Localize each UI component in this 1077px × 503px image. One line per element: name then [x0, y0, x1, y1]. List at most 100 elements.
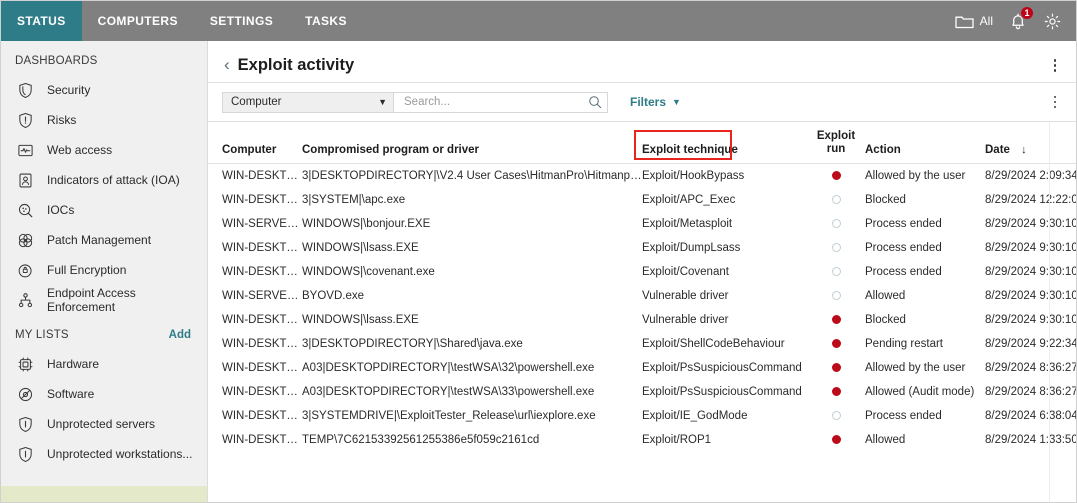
column-header-action[interactable]: Action — [865, 122, 985, 164]
toolbar-more-menu-button[interactable] — [1044, 91, 1066, 113]
cell-computer: WIN-DESKTOP-5 — [208, 260, 302, 284]
sidebar-item-iocs[interactable]: IOCs — [1, 195, 207, 225]
sidebar-item-hardware[interactable]: Hardware — [1, 349, 207, 379]
sidebar-item-label: Risks — [47, 113, 76, 127]
table-row[interactable]: WIN-DESKTOP-63|SYSTEMDRIVE|\ExploitTeste… — [208, 404, 1076, 428]
table-row[interactable]: WIN-DESKTOP-63|SYSTEM|\apc.exeExploit/AP… — [208, 188, 1076, 212]
exploit-run-yes-indicator — [832, 387, 841, 396]
table-row[interactable]: WIN-DESKTOP-5WINDOWS|\covenant.exeExploi… — [208, 260, 1076, 284]
column-header-date-label: Date — [985, 144, 1010, 156]
cell-date: 8/29/2024 12:22:07 PM — [985, 188, 1076, 212]
cell-action: Process ended — [865, 212, 985, 236]
table-row[interactable]: WIN-DESKTOP-10A03|DESKTOPDIRECTORY|\test… — [208, 380, 1076, 404]
table-row[interactable]: WIN-SERVER-3WINDOWS|\bonjour.EXEExploit/… — [208, 212, 1076, 236]
cell-computer: WIN-SERVER-3 — [208, 284, 302, 308]
sidebar-item-endpoint-access-enforcement[interactable]: Endpoint Access Enforcement — [1, 285, 207, 315]
cell-action: Process ended — [865, 260, 985, 284]
column-header-program[interactable]: Compromised program or driver — [302, 122, 642, 164]
exploit-run-yes-indicator — [832, 363, 841, 372]
cell-computer: WIN-DESKTOP-10 — [208, 308, 302, 332]
cell-computer: WIN-DESKTOP-10 — [208, 236, 302, 260]
column-header-exploit-run[interactable]: Exploit run — [807, 122, 865, 164]
sidebar-item-web-access[interactable]: Web access — [1, 135, 207, 165]
cell-exploit-run — [807, 356, 865, 380]
group-filter-button[interactable]: All — [955, 14, 993, 29]
cell-action: Blocked — [865, 188, 985, 212]
sidebar-section-mylists-header: MY LISTS Add — [1, 315, 207, 349]
cell-program: A03|DESKTOPDIRECTORY|\testWSA\32\powersh… — [302, 356, 642, 380]
table-row[interactable]: WIN-SERVER-3BYOVD.exeVulnerable driverAl… — [208, 284, 1076, 308]
cell-exploit-run — [807, 236, 865, 260]
table-row[interactable]: WIN-DESKTOP-10WINDOWS|\lsass.EXEVulnerab… — [208, 308, 1076, 332]
sidebar-item-unprotected-workstations[interactable]: Unprotected workstations... — [1, 439, 207, 469]
cell-exploit-run — [807, 260, 865, 284]
search-box[interactable] — [394, 92, 608, 113]
notifications-button[interactable]: 1 — [1009, 12, 1027, 31]
table-row[interactable]: WIN-DESKTOP-53|DESKTOPDIRECTORY|\Shared\… — [208, 332, 1076, 356]
cell-program: WINDOWS|\bonjour.EXE — [302, 212, 642, 236]
sidebar-item-unprotected-servers[interactable]: Unprotected servers — [1, 409, 207, 439]
cell-technique: Vulnerable driver — [642, 284, 807, 308]
top-navigation-bar: STATUS COMPUTERS SETTINGS TASKS All — [1, 1, 1076, 41]
cell-date: 8/29/2024 1:33:50 AM — [985, 428, 1076, 452]
cell-date: 8/29/2024 8:36:27 AM — [985, 380, 1076, 404]
nav-tab-settings[interactable]: SETTINGS — [194, 1, 289, 41]
column-header-date[interactable]: Date ↓ — [985, 122, 1076, 164]
sidebar-item-risks[interactable]: Risks — [1, 105, 207, 135]
chevron-left-icon[interactable]: ‹ — [222, 56, 238, 75]
cell-date: 8/29/2024 9:30:10 AM — [985, 212, 1076, 236]
cell-technique: Exploit/IE_GodMode — [642, 404, 807, 428]
sidebar-item-patch-management[interactable]: Patch Management — [1, 225, 207, 255]
shield-bar-icon — [15, 444, 35, 464]
table-row[interactable]: WIN-DESKTOP-5TEMP\7C62153392561255386e5f… — [208, 428, 1076, 452]
table-header: Computer Compromised program or driver E… — [208, 122, 1076, 164]
filters-label: Filters — [630, 95, 666, 109]
sidebar-item-label: Full Encryption — [47, 263, 126, 277]
cell-date: 8/29/2024 2:09:34 PM — [985, 164, 1076, 189]
add-list-button[interactable]: Add — [169, 329, 191, 341]
nav-tab-status[interactable]: STATUS — [1, 1, 82, 41]
nav-tab-tasks[interactable]: TASKS — [289, 1, 363, 41]
sidebar-item-software[interactable]: Software — [1, 379, 207, 409]
cell-action: Allowed by the user — [865, 356, 985, 380]
cell-date: 8/29/2024 9:30:10 AM — [985, 260, 1076, 284]
cell-program: WINDOWS|\lsass.EXE — [302, 308, 642, 332]
page-title: Exploit activity — [238, 56, 354, 75]
sidebar-item-security[interactable]: Security — [1, 75, 207, 105]
exploit-run-no-indicator — [832, 243, 841, 252]
sidebar-item-label: Indicators of attack (IOA) — [47, 173, 180, 187]
cell-technique: Exploit/ShellCodeBehaviour — [642, 332, 807, 356]
magnifier-dots-icon — [15, 200, 35, 220]
search-icon[interactable] — [588, 95, 602, 109]
exploit-run-no-indicator — [832, 195, 841, 204]
filters-button[interactable]: Filters ▼ — [630, 95, 681, 109]
table-row[interactable]: WIN-DESKTOP-10WINDOWS|\lsass.EXEExploit/… — [208, 236, 1076, 260]
cell-technique: Exploit/ROP1 — [642, 428, 807, 452]
table-row[interactable]: WIN-DESKTOP-10A03|DESKTOPDIRECTORY|\test… — [208, 356, 1076, 380]
cell-date: 8/29/2024 6:38:04 AM — [985, 404, 1076, 428]
exploit-run-no-indicator — [832, 411, 841, 420]
table-right-divider — [1049, 122, 1050, 502]
user-frame-icon — [15, 170, 35, 190]
cell-exploit-run — [807, 212, 865, 236]
page-header: ‹ Exploit activity — [208, 49, 1076, 83]
cell-exploit-run — [807, 332, 865, 356]
cell-date: 8/29/2024 9:30:10 AM — [985, 284, 1076, 308]
table-header-row: Computer Compromised program or driver E… — [208, 122, 1076, 164]
column-header-computer[interactable]: Computer — [208, 122, 302, 164]
column-header-technique[interactable]: Exploit technique — [642, 122, 807, 164]
cell-computer: WIN-DESKTOP-10 — [208, 380, 302, 404]
cell-exploit-run — [807, 164, 865, 189]
nav-tab-computers[interactable]: COMPUTERS — [82, 1, 194, 41]
cell-action: Process ended — [865, 404, 985, 428]
lock-disc-icon — [15, 260, 35, 280]
search-input[interactable] — [402, 95, 588, 109]
page-more-menu-button[interactable] — [1044, 55, 1066, 77]
sidebar-item-full-encryption[interactable]: Full Encryption — [1, 255, 207, 285]
sidebar-item-indicators-of-attack[interactable]: Indicators of attack (IOA) — [1, 165, 207, 195]
field-select[interactable]: Computer ▼ — [222, 92, 394, 113]
exploit-run-yes-indicator — [832, 315, 841, 324]
cell-date: 8/29/2024 9:30:10 AM — [985, 308, 1076, 332]
table-row[interactable]: WIN-DESKTOP-53|DESKTOPDIRECTORY|\V2.4 Us… — [208, 164, 1076, 189]
settings-gear-button[interactable] — [1043, 12, 1062, 31]
